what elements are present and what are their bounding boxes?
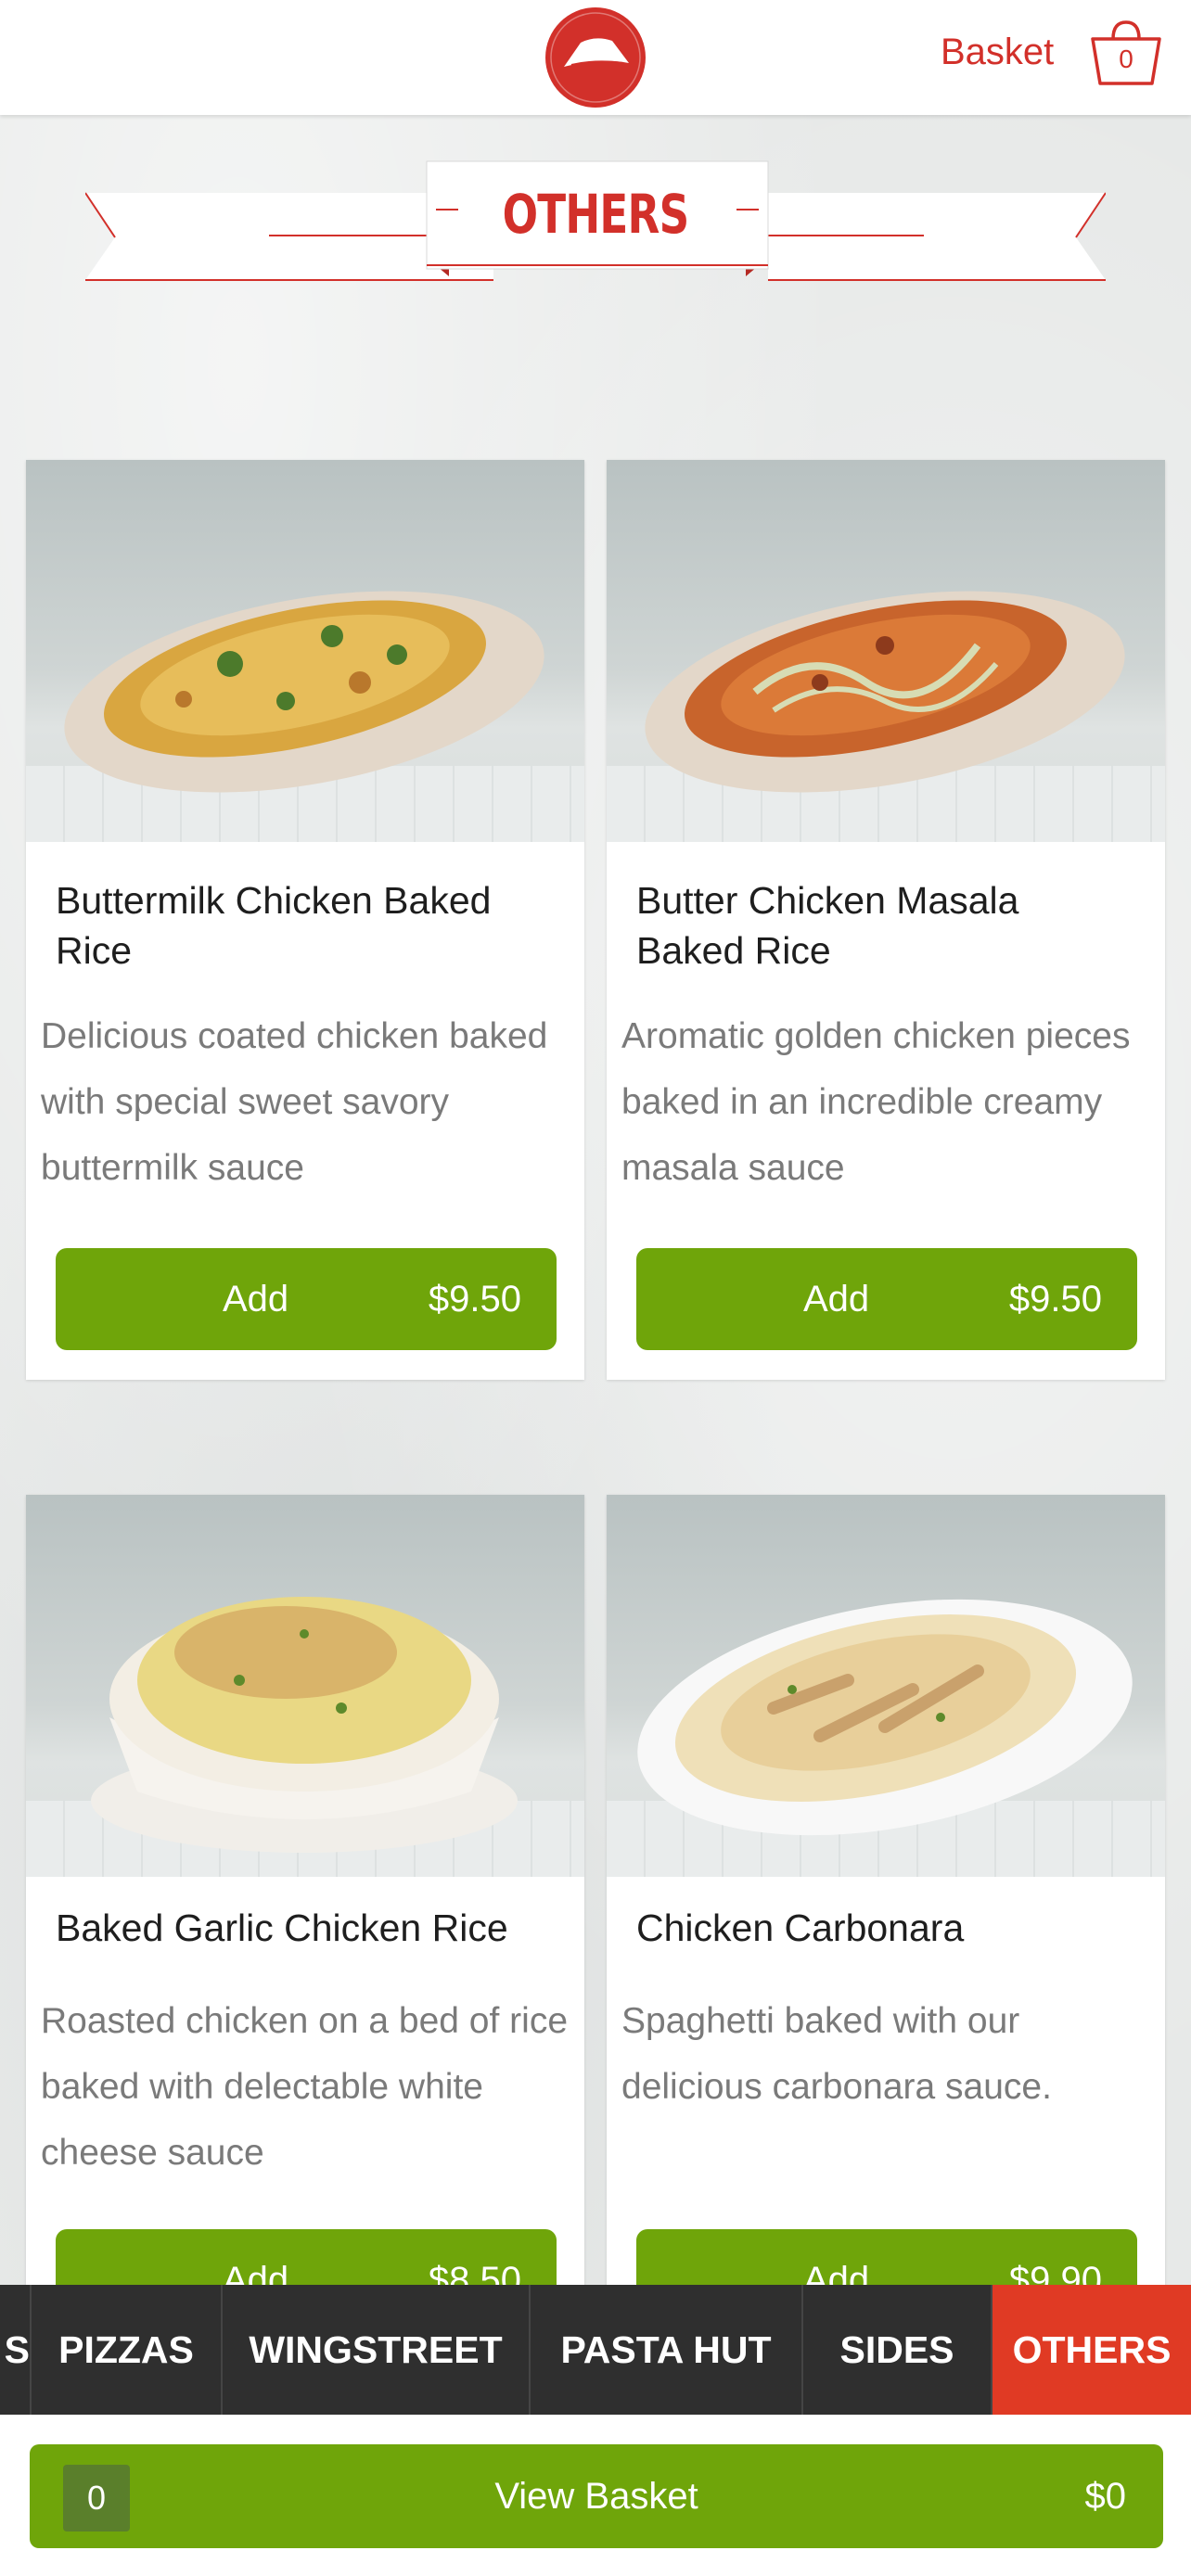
menu-item-card: Butter Chicken Masala Baked Rice Aromati… <box>607 460 1165 1380</box>
item-description: Roasted chicken on a bed of rice baked w… <box>41 2001 569 2173</box>
basket-item-count: 0 <box>63 2465 130 2531</box>
menu-item-card: Baked Garlic Chicken Rice Roasted chicke… <box>26 1495 584 2331</box>
item-name: Buttermilk Chicken Baked Rice <box>56 879 492 972</box>
tab-wingstreet[interactable]: WINGSTREET <box>223 2285 531 2415</box>
menu-item-card: Buttermilk Chicken Baked Rice Delicious … <box>26 460 584 1380</box>
item-name: Butter Chicken Masala Baked Rice <box>636 879 1019 972</box>
item-description: Delicious coated chicken baked with spec… <box>41 1016 548 1188</box>
item-name: Chicken Carbonara <box>636 1906 965 1949</box>
add-label: Add <box>223 1279 289 1320</box>
basket-link[interactable]: Basket <box>941 32 1054 73</box>
footer: View Basket 0 $0 <box>0 2415 1191 2576</box>
top-header: Basket 0 <box>0 0 1191 115</box>
basket-count-badge: 0 <box>1119 45 1133 73</box>
tab-others[interactable]: OTHERS <box>992 2285 1191 2415</box>
basket-total: $0 <box>1084 2476 1127 2517</box>
item-description: Aromatic golden chicken pieces baked in … <box>621 1016 1131 1188</box>
tab-pasta-hut[interactable]: PASTA HUT <box>531 2285 803 2415</box>
tab-pizzas[interactable]: PIZZAS <box>32 2285 223 2415</box>
menu-item-card: Chicken Carbonara Spaghetti baked with o… <box>607 1495 1165 2331</box>
item-price: $9.50 <box>428 1279 521 1320</box>
add-to-basket-button[interactable]: Add $9.50 <box>56 1248 557 1350</box>
item-name: Baked Garlic Chicken Rice <box>56 1906 508 1949</box>
view-basket-button[interactable]: View Basket 0 $0 <box>30 2444 1163 2548</box>
tab-previous-category[interactable]: S <box>0 2285 32 2415</box>
item-description: Spaghetti baked with our delicious carbo… <box>621 2001 1052 2107</box>
category-tab-bar: S PIZZAS WINGSTREET PASTA HUT SIDES OTHE… <box>0 2285 1191 2415</box>
view-basket-label: View Basket <box>494 2476 698 2517</box>
food-photo <box>26 1495 584 1877</box>
pizza-hut-logo-icon[interactable] <box>544 6 647 109</box>
section-title: OTHERS <box>502 183 690 246</box>
item-price: $9.50 <box>1008 1279 1102 1320</box>
food-photo <box>26 460 584 842</box>
food-photo <box>607 1495 1165 1877</box>
food-photo <box>607 460 1165 842</box>
add-label: Add <box>803 1279 870 1320</box>
add-to-basket-button[interactable]: Add $9.50 <box>636 1248 1137 1350</box>
tab-sides[interactable]: SIDES <box>803 2285 992 2415</box>
